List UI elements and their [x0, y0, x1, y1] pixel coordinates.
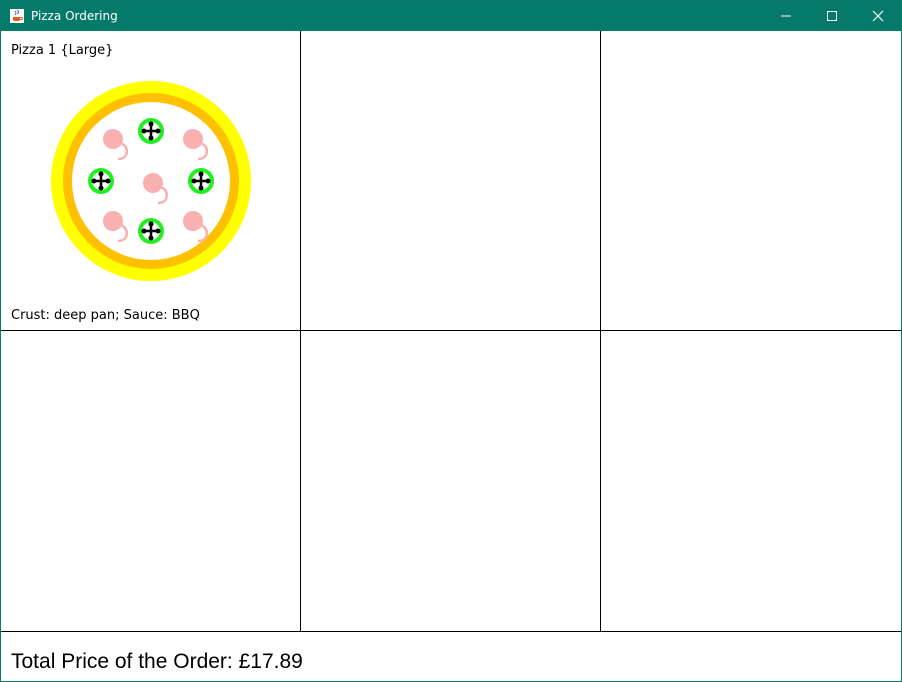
minimize-icon: [781, 15, 791, 17]
pizza-panel-5[interactable]: [301, 331, 601, 631]
olive-cross-topping: [138, 218, 164, 244]
pizza-panel-6[interactable]: [601, 331, 901, 631]
pizza-panel-4[interactable]: [1, 331, 301, 631]
olive-cross-topping: [188, 168, 214, 194]
pizza-panel-1[interactable]: Pizza 1 {Large} Crust: deep pan; Sauce: …: [1, 31, 301, 331]
pizza-description: Crust: deep pan; Sauce: BBQ: [11, 308, 200, 323]
pizza-panel-2[interactable]: [301, 31, 601, 331]
olive-cross-topping: [138, 118, 164, 144]
title-bar[interactable]: Pizza Ordering: [1, 1, 901, 31]
order-footer: Total Price of the Order: £17.89: [1, 631, 901, 681]
app-window: Pizza Ordering Pizza 1 {Large} Crust: de…: [0, 0, 902, 682]
window-controls: [763, 1, 901, 31]
window-title: Pizza Ordering: [31, 9, 118, 23]
maximize-icon: [827, 11, 837, 21]
pizza-image: [51, 81, 251, 281]
pizza-grid: Pizza 1 {Large} Crust: deep pan; Sauce: …: [1, 31, 901, 631]
pizza-panel-3[interactable]: [601, 31, 901, 331]
close-button[interactable]: [855, 1, 901, 31]
pizza-title: Pizza 1 {Large}: [11, 43, 114, 58]
maximize-button[interactable]: [809, 1, 855, 31]
minimize-button[interactable]: [763, 1, 809, 31]
close-icon: [872, 10, 884, 22]
total-price: Total Price of the Order: £17.89: [11, 650, 303, 673]
olive-cross-topping: [88, 168, 114, 194]
java-cup-icon: [10, 9, 24, 23]
